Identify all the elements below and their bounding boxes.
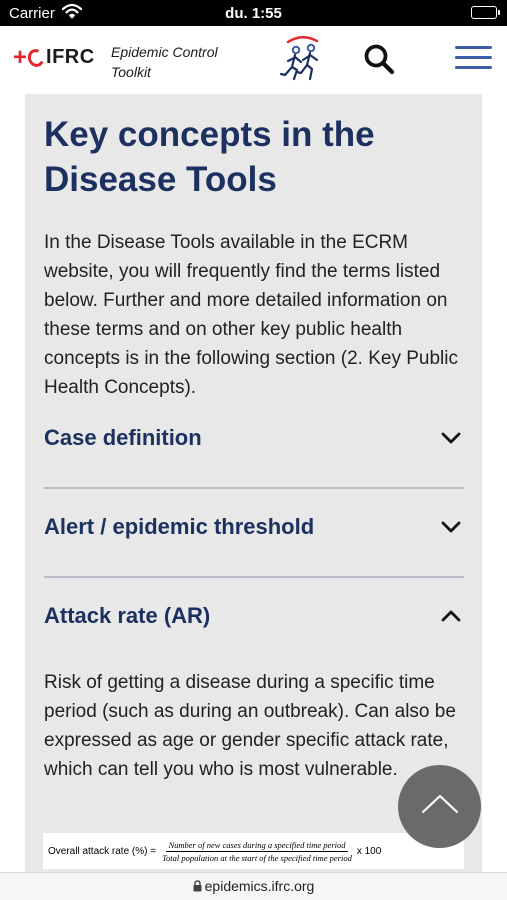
- runners-icon[interactable]: [278, 34, 328, 91]
- toolkit-name-line2: Toolkit: [111, 64, 151, 80]
- chevron-down-icon: [441, 520, 461, 539]
- accordion-title: Attack rate (AR): [44, 603, 211, 628]
- content-panel: Key concepts in the Disease Tools In the…: [25, 94, 482, 874]
- hamburger-menu-icon[interactable]: [455, 46, 492, 70]
- logo-text: IFRC: [46, 46, 95, 68]
- formula-multiplier: x 100: [356, 845, 382, 857]
- attack-rate-formula: Overall attack rate (%) = Number of new …: [43, 833, 464, 869]
- red-cross-icon: +: [13, 43, 28, 71]
- accordion-attack-rate[interactable]: Attack rate (AR): [44, 578, 464, 638]
- page-title-line2: Disease Tools: [44, 160, 277, 199]
- accordion-alert-threshold[interactable]: Alert / epidemic threshold: [44, 489, 464, 578]
- battery-icon: [471, 6, 500, 19]
- formula-denominator: Total population at the start of the spe…: [162, 852, 352, 863]
- site-header: + IFRC Epidemic Control Toolkit: [0, 26, 507, 94]
- page-title: Key concepts in the Disease Tools: [44, 112, 464, 202]
- chevron-down-icon: [441, 431, 461, 450]
- search-icon[interactable]: [363, 43, 395, 80]
- status-bar: Carrier du. 1:55: [0, 0, 507, 26]
- intro-paragraph: In the Disease Tools available in the EC…: [44, 232, 458, 398]
- lock-icon: [193, 874, 202, 900]
- formula-lhs: Overall attack rate (%) =: [48, 845, 157, 857]
- scroll-to-top-button[interactable]: [398, 765, 481, 848]
- clock: du. 1:55: [225, 5, 282, 22]
- accordion-title: Alert / epidemic threshold: [44, 514, 315, 539]
- attack-rate-description: Risk of getting a disease during a speci…: [44, 672, 456, 780]
- formula-fraction: Number of new cases during a specified t…: [160, 840, 354, 863]
- url-text: epidemics.ifrc.org: [204, 878, 315, 894]
- toolkit-name[interactable]: Epidemic Control Toolkit: [111, 42, 218, 82]
- accordion-title: Case definition: [44, 425, 202, 450]
- toolkit-name-line1: Epidemic Control: [111, 44, 218, 60]
- chevron-up-icon: [441, 609, 461, 628]
- chevron-up-icon: [420, 792, 460, 821]
- browser-url-bar[interactable]: epidemics.ifrc.org: [0, 872, 507, 900]
- red-crescent-icon: [25, 46, 47, 69]
- page-title-line1: Key concepts in the: [44, 115, 375, 154]
- accordion-case-definition[interactable]: Case definition: [44, 400, 464, 489]
- ifrc-logo[interactable]: + IFRC: [13, 43, 95, 71]
- formula-numerator: Number of new cases during a specified t…: [166, 839, 348, 852]
